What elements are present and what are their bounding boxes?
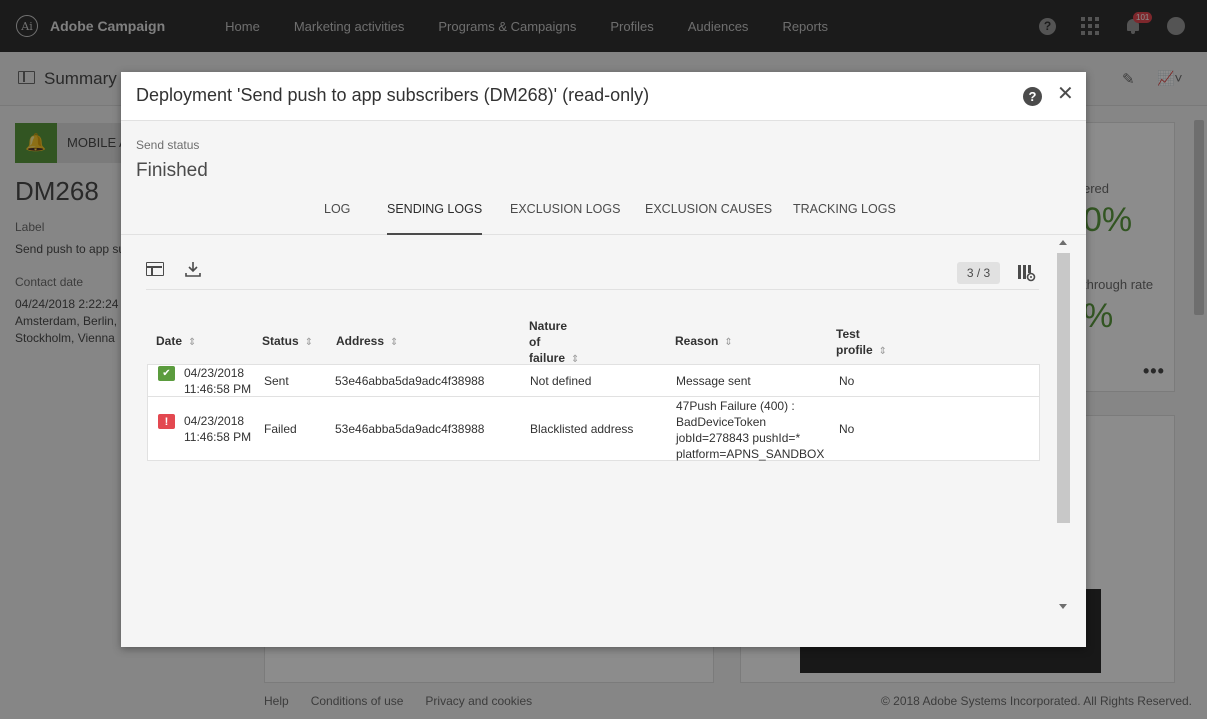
nature-header-line-1: Nature	[529, 319, 568, 333]
send-status-value: Finished	[136, 160, 208, 181]
row-date-day: 04/23/2018	[184, 414, 245, 428]
nature-header-line-2: of	[529, 335, 541, 349]
row-reason-line-3: jobId=278843 pushId=*	[676, 431, 801, 445]
address-header-label: Address	[336, 334, 385, 348]
column-header-reason[interactable]: Reason ⇕	[675, 333, 733, 351]
sort-icon[interactable]: ⇕	[724, 335, 732, 351]
sort-icon[interactable]: ⇕	[305, 335, 313, 351]
sort-icon[interactable]: ⇕	[879, 344, 887, 360]
dialog-help-icon[interactable]: ?	[1023, 87, 1042, 106]
download-icon[interactable]	[185, 261, 201, 277]
row-test-profile: No	[839, 422, 855, 436]
toggle-panel-icon[interactable]	[146, 262, 164, 276]
dialog-scrollbar[interactable]	[1056, 237, 1071, 615]
table-row[interactable]: ✔ 04/23/2018 11:46:58 PM Sent 53e46abba5…	[147, 364, 1040, 397]
column-header-address[interactable]: Address ⇕	[336, 333, 398, 351]
sort-icon[interactable]: ⇕	[390, 335, 398, 351]
row-address: 53e46abba5da9adc4f38988	[335, 374, 485, 388]
table-row[interactable]: ! 04/23/2018 11:46:58 PM Failed 53e46abb…	[147, 396, 1040, 461]
column-header-date[interactable]: Date ⇕	[156, 333, 196, 351]
row-date: 04/23/2018 11:46:58 PM	[184, 413, 251, 445]
dialog-title: Deployment 'Send push to app subscribers…	[136, 85, 650, 105]
column-header-test-profile[interactable]: Test profile ⇕	[836, 326, 887, 360]
row-address: 53e46abba5da9adc4f38988	[335, 422, 485, 436]
test-header-line-1: Test	[836, 327, 860, 341]
tab-sending-logs[interactable]: SENDING LOGS	[387, 202, 483, 235]
row-reason: 47Push Failure (400) : BadDeviceToken jo…	[676, 398, 824, 462]
row-date-time: 11:46:58 PM	[184, 430, 252, 444]
nature-header-line-3: failure	[529, 351, 566, 365]
tab-tracking-logs[interactable]: TRACKING LOGS	[793, 202, 896, 235]
row-reason-line-4: platform=APNS_SANDBOX	[676, 447, 825, 461]
reason-header-label: Reason	[675, 334, 719, 348]
row-date-time: 11:46:58 PM	[184, 382, 252, 396]
row-nature: Blacklisted address	[530, 422, 634, 436]
success-check-icon: ✔	[158, 366, 175, 381]
row-reason-line-1: 47Push Failure (400) :	[676, 399, 795, 413]
test-header-line-2: profile	[836, 343, 873, 357]
tab-exclusion-causes[interactable]: EXCLUSION CAUSES	[645, 202, 772, 235]
scrollbar-thumb[interactable]	[1057, 253, 1070, 523]
row-nature: Not defined	[530, 374, 592, 388]
sort-icon[interactable]: ⇕	[188, 335, 196, 351]
scroll-up-arrow-icon[interactable]	[1059, 240, 1067, 245]
tab-log[interactable]: LOG	[324, 202, 350, 235]
row-test-profile: No	[839, 374, 855, 388]
tab-exclusion-logs[interactable]: EXCLUSION LOGS	[510, 202, 620, 235]
error-exclamation-icon: !	[158, 414, 175, 429]
dialog-header: Deployment 'Send push to app subscribers…	[121, 72, 1086, 121]
row-reason: Message sent	[676, 374, 751, 388]
row-status: Sent	[264, 374, 289, 388]
date-header-label: Date	[156, 334, 183, 348]
row-reason-line-2: BadDeviceToken	[676, 415, 767, 429]
sending-logs-panel: 3 / 3 Date ⇕ Status ⇕ Address ⇕ Nature of f…	[138, 237, 1060, 617]
column-settings-icon[interactable]	[1017, 264, 1036, 282]
scroll-down-arrow-icon[interactable]	[1059, 604, 1067, 609]
close-icon[interactable]: ✕	[1057, 84, 1074, 104]
toolbar-divider	[146, 289, 1039, 290]
deployment-dialog: Deployment 'Send push to app subscribers…	[121, 72, 1086, 647]
column-header-status[interactable]: Status ⇕	[262, 333, 313, 351]
status-header-label: Status	[262, 334, 299, 348]
log-tabs: LOG SENDING LOGS EXCLUSION LOGS EXCLUSIO…	[121, 202, 1086, 235]
row-status: Failed	[264, 422, 297, 436]
send-status-label: Send status	[136, 138, 200, 152]
record-count-badge: 3 / 3	[957, 262, 1000, 284]
row-date: 04/23/2018 11:46:58 PM	[184, 365, 251, 397]
column-header-nature-of-failure[interactable]: Nature of failure ⇕	[529, 318, 579, 368]
row-date-day: 04/23/2018	[184, 366, 245, 380]
